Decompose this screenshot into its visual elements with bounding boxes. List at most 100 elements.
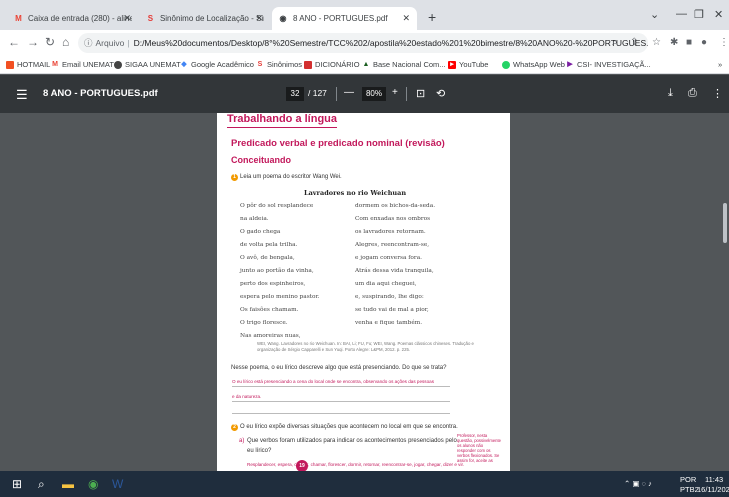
page-number-input[interactable]: 32 — [286, 87, 304, 101]
poem-line: Atrás dessa vida tranquila, — [355, 268, 434, 274]
print-icon[interactable]: ⎙ — [688, 87, 697, 100]
keyboard-layout[interactable]: PTB2 — [680, 485, 699, 494]
download-icon[interactable]: ⤓ — [668, 87, 673, 100]
close-tab-icon[interactable]: ✕ — [255, 13, 263, 24]
question-text: O eu lírico expõe diversas situações que… — [240, 424, 458, 430]
bookmark-item[interactable]: ▲ Base Nacional Com... — [362, 60, 446, 69]
menu-kebab-icon[interactable]: ⋮ — [719, 37, 729, 48]
browser-toolbar: ← → ↻ ⌂ ⓘ Arquivo | D:/Meus%20documentos… — [0, 30, 729, 56]
address-bar[interactable]: ⓘ Arquivo | D:/Meus%20documentos/Desktop… — [78, 33, 648, 53]
item-label: a) — [239, 438, 245, 444]
poem-line: perto dos espinheiros, — [240, 281, 306, 287]
sinonimos-icon: S — [147, 14, 154, 23]
close-tab-icon[interactable]: ✕ — [402, 13, 410, 24]
bookmark-item[interactable]: S Sinônimos — [256, 60, 302, 69]
gmail-icon: M — [15, 14, 22, 23]
tab-label: Sinônimo de Localização - Sinôn — [159, 14, 264, 23]
gmail-icon: M — [52, 60, 58, 68]
tab-sinonimos[interactable]: S Sinônimo de Localização - Sinôn ✕ — [140, 7, 270, 30]
sidebar-icon[interactable]: ■ — [686, 37, 692, 48]
answer-line — [232, 413, 450, 414]
question-text: eu lírico? — [247, 448, 272, 454]
bookmark-label: YouTube — [459, 60, 489, 69]
windows-start-icon[interactable]: ⊞ — [12, 477, 22, 491]
language-indicator[interactable]: POR — [680, 475, 696, 484]
sigaa-icon — [114, 60, 122, 69]
windows-grid-icon — [6, 60, 14, 69]
tab-search-icon[interactable]: ⌄ — [650, 8, 659, 21]
minimize-icon[interactable]: — — [676, 8, 687, 20]
bookmark-item[interactable]: DICIONÁRIO — [304, 60, 360, 69]
divider — [406, 87, 407, 101]
youtube-icon: ▸ — [448, 60, 456, 69]
divider — [336, 87, 337, 101]
extensions-icon[interactable]: ✱ — [670, 37, 678, 48]
address-prefix: Arquivo — [95, 38, 125, 48]
clock-time[interactable]: 11:43 — [705, 475, 723, 484]
bookmark-label: DICIONÁRIO — [315, 60, 360, 69]
file-explorer-icon[interactable]: ▬ — [62, 477, 74, 491]
chrome-taskbar-icon[interactable]: ◉ — [88, 477, 98, 491]
bookmark-item[interactable]: M Email UNEMAT — [51, 60, 114, 69]
forward-icon[interactable]: → — [27, 35, 39, 49]
rotate-icon[interactable]: ⟲ — [436, 87, 445, 100]
zoom-out-button[interactable]: — — [344, 87, 354, 98]
question-text: Que verbos foram utilizados para indicar… — [247, 438, 457, 444]
bookmark-item[interactable]: WhatsApp Web — [502, 60, 565, 69]
bookmarks-more[interactable]: » — [718, 60, 722, 69]
page-subheading: Conceituando — [231, 155, 291, 165]
clock-date[interactable]: 16/11/2022 — [697, 485, 729, 494]
teacher-note: Professor, nesta questão, possivelmente … — [457, 433, 501, 463]
pdf-toolbar: ☰ 8 ANO - PORTUGUES.pdf 32 / 127 — 80% +… — [0, 75, 729, 113]
tab-pdf[interactable]: ◉ 8 ANO - PORTUGUES.pdf ✕ — [272, 7, 417, 30]
poem-line: Alegres, reencontram-se, — [355, 242, 430, 248]
search-icon[interactable]: ⌕ — [38, 477, 45, 492]
poem-line: O trigo floresce. — [240, 320, 288, 326]
more-options-icon[interactable]: ⋮ — [712, 87, 723, 100]
word-icon[interactable]: W — [112, 477, 123, 491]
bookmark-item[interactable]: ▸ YouTube — [448, 60, 488, 69]
close-window-icon[interactable]: ✕ — [714, 8, 723, 21]
tab-gmail[interactable]: M Caixa de entrada (280) - aline.sc ✕ — [8, 7, 138, 30]
whatsapp-icon — [502, 60, 510, 69]
dictionary-icon — [304, 60, 312, 69]
sinonimos-icon: S — [257, 60, 263, 68]
zoom-icon[interactable]: ⌕ — [612, 37, 618, 48]
answer-text: O eu lírico está presenciando a cena do … — [232, 379, 434, 384]
windows-taskbar: ⊞ ⌕ ▬ ◉ W ⌃ ▣ ◌ ♪ POR PTB2 11:43 16/11/2… — [0, 471, 729, 497]
poem-line: O avô, de bengala, — [240, 255, 295, 261]
zoom-input[interactable]: 80% — [362, 87, 386, 101]
maximize-icon[interactable]: ❐ — [694, 8, 704, 21]
scrollbar-thumb[interactable] — [723, 203, 727, 243]
poem-line: dormem os bichos-da-seda. — [355, 203, 436, 209]
menu-icon[interactable]: ☰ — [16, 87, 28, 103]
scholar-icon: ◆ — [181, 60, 187, 68]
bookmark-label: HOTMAIL — [17, 60, 51, 69]
poem-line: na aldeia. — [240, 216, 269, 222]
star-icon[interactable]: ☆ — [652, 37, 661, 48]
bookmark-item[interactable]: ◆ Google Acadêmico — [180, 60, 254, 69]
page-heading: Predicado verbal e predicado nominal (re… — [231, 138, 445, 149]
poem-line: Com enxadas nos ombros — [355, 216, 431, 222]
close-tab-icon[interactable]: ✕ — [123, 13, 131, 24]
zoom-in-button[interactable]: + — [392, 87, 398, 98]
pdf-title: 8 ANO - PORTUGUES.pdf — [43, 88, 158, 99]
profile-avatar-icon[interactable]: ● — [701, 37, 707, 48]
poem-line: e, suspirando, lhe digo: — [355, 294, 424, 300]
fit-page-icon[interactable]: ⊡ — [416, 87, 425, 100]
back-icon[interactable]: ← — [8, 35, 20, 49]
poem-line: O pôr do sol resplandece — [240, 203, 314, 209]
info-icon: ⓘ — [84, 38, 93, 48]
share-icon[interactable]: ⇪ — [630, 37, 638, 48]
poem-line: e jogam conversa fora. — [355, 255, 422, 261]
poem-line: junto ao portão da vinha, — [240, 268, 314, 274]
bookmark-item[interactable]: ▶ CSI- INVESTIGAÇÃ... — [566, 60, 650, 69]
bookmark-item[interactable]: SIGAA UNEMAT — [114, 60, 181, 69]
pdf-viewer[interactable]: Trabalhando a língua Predicado verbal e … — [0, 113, 729, 472]
bookmark-item[interactable]: HOTMAIL — [6, 60, 50, 69]
tray-icons[interactable]: ⌃ ▣ ◌ ♪ — [624, 479, 652, 488]
home-icon[interactable]: ⌂ — [62, 35, 69, 49]
new-tab-button[interactable]: + — [428, 9, 436, 25]
poem-line: se tudo vai de mal a pior, — [355, 307, 429, 313]
reload-icon[interactable]: ↻ — [45, 35, 55, 49]
